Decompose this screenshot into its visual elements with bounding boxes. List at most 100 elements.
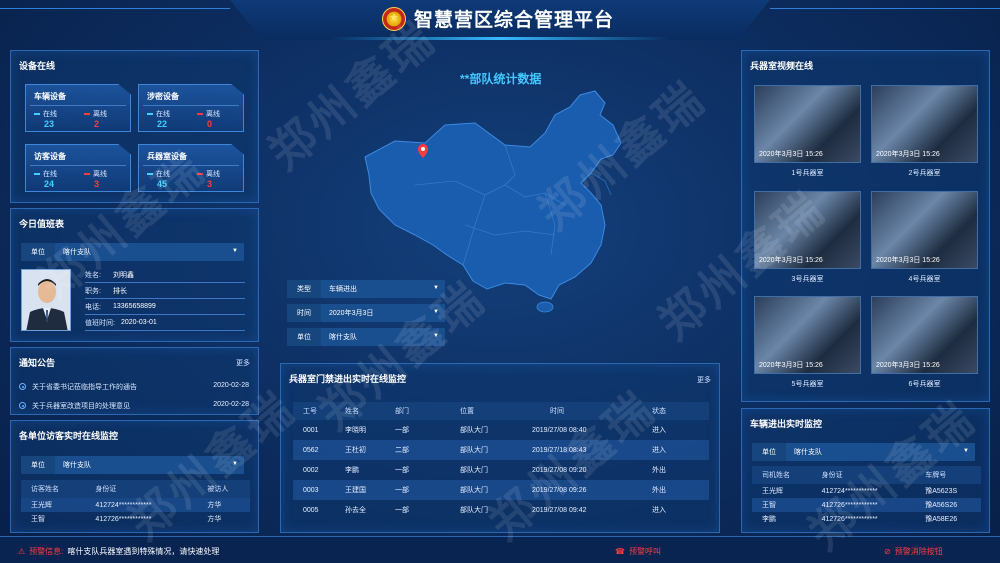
table-cell: 豫A58E26 — [925, 516, 958, 523]
unit-label: 单位 — [21, 456, 55, 474]
offline-label: 离线 — [206, 171, 220, 178]
vehicles-panel: 车辆进出实时监控 单位 喀什支队 ▼ 司机姓名 身份证 车牌号 王光辉 41272… — [741, 408, 990, 533]
table-cell: 2019/27/08 09:26 — [522, 480, 642, 500]
alert-info-text: 喀什支队兵器室遇到特殊情况，请快速处理 — [67, 547, 220, 556]
camera-feed-image[interactable]: 2020年3月3日 15:26 — [871, 191, 978, 269]
table-row[interactable]: 0002 李鹏 一部 部队大门 2019/27/08 09:20 外出 — [293, 460, 709, 480]
camera-feed-image[interactable]: 2020年3月3日 15:26 — [754, 191, 861, 269]
header-line-left — [0, 8, 230, 9]
duty-unit-select[interactable]: 单位 喀什支队 ▼ — [21, 243, 244, 261]
filter-value[interactable]: 喀什支队 ▼ — [321, 328, 445, 346]
duty-panel: 今日值班表 单位 喀什支队 ▼ 姓名: 刘明鑫 职务: 排长 电话: 133656588… — [10, 208, 259, 342]
filter-label: 类型 — [287, 280, 321, 298]
unit-value[interactable]: 喀什支队 ▼ — [55, 243, 244, 261]
video-cell-6[interactable]: 2020年3月3日 15:26 6号兵器室 — [871, 296, 978, 389]
online-count: 45 — [157, 179, 168, 189]
video-cell-4[interactable]: 2020年3月3日 15:26 4号兵器室 — [871, 191, 978, 284]
online-label: 在线 — [156, 111, 170, 118]
device-card-classified[interactable]: 涉密设备 在线 22 离线 0 — [138, 84, 244, 132]
notices-more-link[interactable]: 更多 — [236, 358, 250, 368]
offline-stat: 离线 3 — [84, 169, 107, 189]
table-row[interactable]: 王光辉 412724************ 豫A5623S — [752, 484, 981, 498]
table-cell: 0001 — [303, 426, 319, 434]
header-glow — [330, 37, 670, 40]
video-timestamp: 2020年3月3日 15:26 — [759, 362, 823, 369]
table-cell: 一部 — [395, 467, 409, 474]
table-row[interactable]: 0003 王建国 一部 部队大门 2019/27/08 09:26 外出 — [293, 480, 709, 500]
table-cell: 0002 — [303, 466, 319, 474]
table-header-row: 工号 姓名 部门 位置 时间 状态 — [293, 402, 709, 420]
divider — [143, 105, 239, 106]
camera-feed-image[interactable]: 2020年3月3日 15:26 — [754, 85, 861, 163]
video-cell-2[interactable]: 2020年3月3日 15:26 2号兵器室 — [871, 85, 978, 178]
filter-unit[interactable]: 单位 喀什支队 ▼ — [287, 328, 445, 346]
alert-call-button[interactable]: ☎ 预警呼叫 — [615, 546, 661, 557]
vehicles-table: 司机姓名 身份证 车牌号 王光辉 412724************ 豫A56… — [752, 466, 981, 526]
armory-more-link[interactable]: 更多 — [697, 375, 711, 385]
table-header-row: 访客姓名 身份证 被访人 — [21, 480, 250, 498]
camera-feed-image[interactable]: 2020年3月3日 15:26 — [871, 296, 978, 374]
online-stat: 在线 24 — [34, 169, 57, 189]
divider — [30, 165, 126, 166]
table-row[interactable]: 0562 王杜初 二部 部队大门 2019/27/18 08:43 进入 — [293, 440, 709, 460]
video-title: 兵器室视频在线 — [750, 61, 814, 71]
alert-clear-button[interactable]: ⊘ 预警消除按钮 — [884, 546, 943, 557]
table-cell: 一部 — [395, 507, 409, 514]
device-card-vehicle[interactable]: 车辆设备 在线 23 离线 2 — [25, 84, 131, 132]
field-key: 职务: — [85, 287, 101, 295]
camera-feed-image[interactable]: 2020年3月3日 15:26 — [754, 296, 861, 374]
online-count: 22 — [157, 119, 168, 129]
video-cell-3[interactable]: 2020年3月3日 15:26 3号兵器室 — [754, 191, 861, 284]
filter-value[interactable]: 车辆进出 ▼ — [321, 280, 445, 298]
camera-feed-image[interactable]: 2020年3月3日 15:26 — [871, 85, 978, 163]
table-cell: 王光辉 — [21, 498, 86, 512]
table-row[interactable]: 王智 412726************ 豫A56S26 — [752, 498, 981, 512]
video-cell-1[interactable]: 2020年3月3日 15:26 1号兵器室 — [754, 85, 861, 178]
table-row[interactable]: 王光辉 412724************ 方华 — [21, 498, 250, 512]
vehicles-title: 车辆进出实时监控 — [750, 419, 823, 429]
video-cell-5[interactable]: 2020年3月3日 15:26 5号兵器室 — [754, 296, 861, 389]
col-header: 被访人 — [197, 480, 250, 498]
alert-call-label: 预警呼叫 — [628, 547, 661, 556]
notice-item[interactable]: 关于省委书记莅临指导工作的通告 2020-02-28 — [19, 382, 249, 392]
field-value: 2020-03-01 — [121, 319, 157, 326]
armory-access-table: 工号 姓名 部门 位置 时间 状态 0001 李晓明 一部 部队大门 2019/… — [293, 402, 709, 520]
filter-value[interactable]: 2020年3月3日 ▼ — [321, 304, 445, 322]
notice-date: 2020-02-28 — [213, 401, 249, 408]
field-value: 13365658899 — [113, 303, 156, 310]
caret-down-icon: ▼ — [232, 248, 238, 254]
vehicles-unit-select[interactable]: 单位 喀什支队 ▼ — [752, 443, 975, 461]
offline-count: 0 — [207, 119, 213, 129]
unit-value-text: 喀什支队 — [63, 462, 91, 469]
online-stat: 在线 23 — [34, 109, 57, 129]
online-count: 24 — [44, 179, 55, 189]
video-timestamp: 2020年3月3日 15:26 — [876, 362, 940, 369]
col-header: 车牌号 — [915, 466, 981, 484]
device-card-name: 涉密设备 — [147, 92, 179, 101]
armory-access-title: 兵器室门禁进出实时在线监控 — [289, 374, 407, 384]
device-card-visitor[interactable]: 访客设备 在线 24 离线 3 — [25, 144, 131, 192]
visitors-unit-select[interactable]: 单位 喀什支队 ▼ — [21, 456, 244, 474]
table-cell: 0562 — [293, 440, 335, 460]
col-header: 工号 — [293, 402, 335, 420]
bullet-icon — [19, 383, 26, 390]
table-cell: 王杜初 — [335, 440, 385, 460]
filter-time[interactable]: 时间 2020年3月3日 ▼ — [287, 304, 445, 322]
duty-avatar — [21, 269, 71, 331]
table-row[interactable]: 王智 412726************ 方华 — [21, 512, 250, 526]
table-row[interactable]: 0001 李晓明 一部 部队大门 2019/27/08 08:40 进入 — [293, 420, 709, 440]
table-cell: 进入 — [642, 440, 709, 460]
video-timestamp: 2020年3月3日 15:26 — [876, 151, 940, 158]
unit-value[interactable]: 喀什支队 ▼ — [786, 443, 975, 461]
unit-value[interactable]: 喀什支队 ▼ — [55, 456, 244, 474]
filter-type[interactable]: 类型 车辆进出 ▼ — [287, 280, 445, 298]
table-cell: 豫A5623S — [925, 488, 958, 495]
device-card-name: 车辆设备 — [34, 92, 66, 101]
table-row[interactable]: 李鹏 412726************ 豫A58E26 — [752, 512, 981, 526]
table-row[interactable]: 0005 孙去全 一部 部队大门 2019/27/08 09:42 进入 — [293, 500, 709, 520]
alert-info: ⚠ 预警信息: 喀什支队兵器室遇到特殊情况，请快速处理 — [18, 546, 219, 557]
table-cell: 进入 — [652, 427, 666, 434]
device-card-armory[interactable]: 兵器室设备 在线 45 离线 3 — [138, 144, 244, 192]
notice-item[interactable]: 关于兵器室改造项目的处理意见 2020-02-28 — [19, 401, 249, 411]
online-dash-icon — [147, 173, 153, 176]
